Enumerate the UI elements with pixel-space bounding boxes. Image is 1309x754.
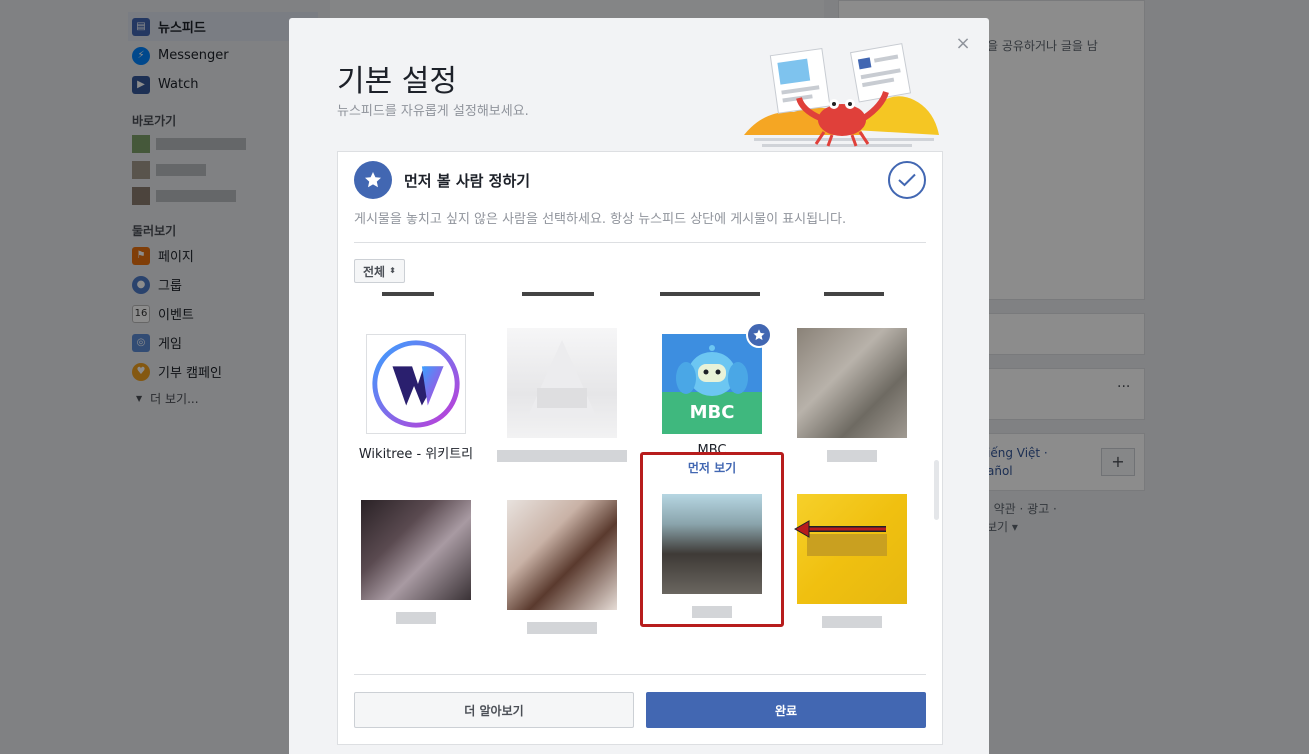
blurred-name — [527, 622, 597, 634]
see-first-panel: 먼저 볼 사람 정하기 게시물을 놓치고 싶지 않은 사람을 선택하세요. 항상… — [337, 151, 943, 745]
blurred-name — [822, 616, 882, 628]
divider — [354, 674, 926, 675]
close-icon[interactable]: × — [953, 34, 973, 54]
pages-grid: Wikitree - 위키트리 MBC MBC 먼저 보기 — [338, 292, 942, 674]
cut-label — [784, 292, 924, 300]
arrow-annotation — [793, 520, 886, 538]
sort-arrows-icon: ⬍ — [389, 266, 396, 275]
blurred-name — [396, 612, 436, 624]
blurred-thumbnail — [507, 500, 617, 610]
blurred-thumbnail — [797, 494, 907, 604]
page-tile-blurred[interactable] — [346, 500, 486, 624]
panel-title: 먼저 볼 사람 정하기 — [404, 171, 531, 190]
crab-illustration — [744, 43, 939, 147]
cut-label — [640, 292, 780, 300]
see-first-star-badge — [746, 322, 772, 348]
panel-header: 먼저 볼 사람 정하기 — [354, 160, 928, 200]
wikitree-logo — [366, 334, 466, 434]
star-icon — [354, 161, 392, 199]
page-tile-blurred[interactable] — [492, 500, 632, 634]
blurred-name — [827, 450, 877, 462]
learn-more-button[interactable]: 더 알아보기 — [354, 692, 634, 728]
tile-name: Wikitree - 위키트리 — [358, 447, 474, 462]
page-tile-wikitree[interactable]: Wikitree - 위키트리 — [346, 334, 486, 462]
check-icon[interactable] — [888, 161, 926, 199]
divider — [354, 242, 926, 243]
blurred-name — [497, 450, 627, 462]
page-tile-blurred[interactable] — [782, 494, 922, 628]
modal-title: 기본 설정 — [337, 64, 457, 99]
highlight-box — [640, 452, 784, 627]
blurred-thumbnail — [361, 500, 471, 600]
modal-subtitle: 뉴스피드를 자유롭게 설정해보세요. — [337, 104, 529, 119]
cut-label — [338, 292, 478, 300]
panel-description: 게시물을 놓치고 싶지 않은 사람을 선택하세요. 항상 뉴스피드 상단에 게시… — [354, 212, 847, 227]
cut-label — [488, 292, 628, 300]
blurred-thumbnail — [507, 328, 617, 438]
scrollbar-thumb[interactable] — [934, 460, 939, 520]
blurred-thumbnail — [797, 328, 907, 438]
mbc-logo-text: MBC — [690, 402, 735, 423]
done-button[interactable]: 완료 — [646, 692, 926, 728]
page-tile-blurred[interactable] — [782, 328, 922, 462]
page-tile-blurred[interactable] — [492, 328, 632, 462]
preferences-modal: × 기본 설정 뉴스피드를 자유롭게 설정해보세요. 먼저 볼 사람 정하기 게… — [289, 18, 989, 754]
mbc-logo: MBC — [662, 334, 762, 434]
filter-dropdown[interactable]: 전체 ⬍ — [354, 259, 405, 283]
filter-selected-value: 전체 — [363, 264, 386, 279]
